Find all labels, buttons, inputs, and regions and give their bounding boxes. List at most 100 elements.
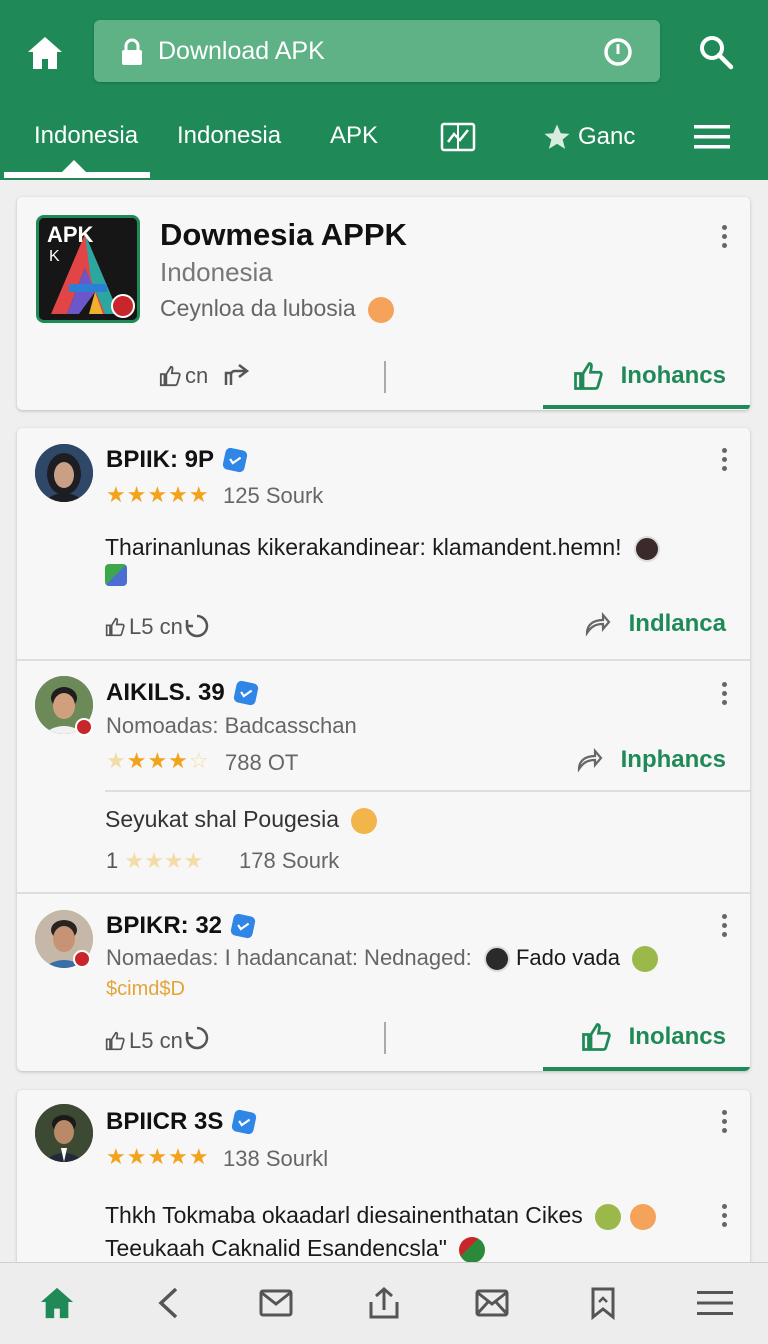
reviews-card: BPIIK: 9P ★★★★★ 125 Sourk Tharinanlunas … [17,428,750,1071]
app-subtitle: Indonesia [160,257,273,287]
like-label: L5 cn [129,1028,183,1053]
reviewer-tag: $cimd$D [106,978,185,1000]
emoji-icon [459,1236,486,1263]
sub-rating: 1 ★★★★ [106,848,203,874]
review-action-button[interactable]: Inolancs [581,1022,726,1052]
more-options-icon[interactable] [720,682,728,705]
verified-icon [221,446,249,474]
avatar[interactable] [35,1104,93,1162]
review-text-line1: Thkh Tokmaba okaadarl diesainenthatan Ci… [105,1202,583,1228]
app-card[interactable]: APK K Dowmesia APPK Indonesia Ceynloa da… [17,197,750,410]
nav-bookmark[interactable] [583,1283,623,1323]
home-button[interactable] [22,30,68,76]
nav-inbox[interactable] [472,1283,512,1323]
reply-action[interactable] [183,1024,211,1052]
verified-icon [231,1108,258,1136]
more-options-icon[interactable] [720,914,728,937]
tab-ganc[interactable]: Ganc [542,122,635,152]
lock-icon [120,38,144,71]
app-name: Dowmesia APPK [160,217,407,252]
review-text-body: Tharinanlunas kikerakandinear: klamanden… [105,534,622,560]
action-underline [543,1067,750,1071]
share-icon [224,364,250,385]
nav-home[interactable] [37,1283,77,1323]
emoji-icon [351,807,378,834]
action-divider [384,1022,386,1054]
upload-icon [369,1287,399,1319]
app-bar: Download APK Indonesia Indonesia APK Gan… [0,0,768,180]
active-tab-indicator [4,172,150,178]
reviewer-name-text: AIKILS. 39 [106,679,225,706]
home-icon [28,37,62,69]
status-badge-icon [75,718,93,736]
bookmark-icon [591,1287,615,1320]
nav-back[interactable] [148,1283,188,1323]
star-icon [544,124,570,149]
reply-action[interactable] [183,612,211,640]
review-action-label: Indlanca [628,610,726,637]
review-count: 788 OT [225,750,299,775]
more-options-icon[interactable] [720,1110,728,1133]
like-action[interactable]: L5 cn [105,1028,183,1054]
like-action[interactable]: cn [159,363,208,389]
more-options-icon[interactable] [720,1204,728,1227]
nav-mail[interactable] [256,1283,296,1323]
nav-upload[interactable] [364,1283,404,1323]
bottom-nav [0,1262,768,1344]
install-button[interactable]: Inohancs [573,361,726,391]
menu-icon [694,125,730,149]
tab-apk[interactable]: APK [330,122,378,150]
reply-icon [185,1026,209,1050]
emoji-icon [595,1203,622,1230]
mail-icon [259,1289,293,1317]
emoji-icon [368,296,395,323]
thumbs-up-icon [581,1023,611,1051]
tab-indonesia-1[interactable]: Indonesia [34,122,138,150]
sub-rating-stars: ★★★★ [124,848,204,873]
search-icon [700,36,734,70]
more-options-icon[interactable] [720,225,728,248]
reviewer-name-text: BPIIK: 9P [106,446,215,473]
menu-icon [697,1291,733,1315]
review-card: BPIICR 3S ★★★★★ 138 Sourkl Thkh Tokmaba … [17,1090,750,1270]
verified-icon [232,679,259,707]
search-button[interactable] [694,30,738,74]
menu-button[interactable] [694,124,730,157]
install-label: Inohancs [620,362,726,389]
reviewer-name[interactable]: BPIIK: 9P [106,446,249,474]
like-label: L5 cn [129,614,183,639]
like-action[interactable]: L5 cn [105,614,183,640]
reviewer-name[interactable]: BPIICR 3S [106,1108,258,1136]
like-label: cn [185,363,209,388]
verified-icon [229,912,257,940]
reviewer-name[interactable]: AIKILS. 39 [106,679,259,707]
sub-separator [105,790,750,792]
review-text: Thkh Tokmaba okaadarl diesainenthatan Ci… [105,1202,656,1230]
reviewer-name[interactable]: BPIKR: 32 [106,912,257,940]
rating-stars: ★★★★☆ [106,748,210,773]
avatar[interactable] [35,444,93,502]
back-icon [158,1287,178,1319]
more-options-icon[interactable] [720,448,728,471]
address-bar[interactable]: Download APK [94,20,660,82]
status-badge-icon [73,950,91,968]
reviewer-name-text: BPIICR 3S [106,1108,224,1135]
app-icon: APK K [36,215,140,323]
rating-stars: ★★★★★ [106,482,210,507]
install-underline [543,405,750,409]
review-text: Teeukaah Caknalid Esandencsla" [105,1235,486,1263]
app-description: Ceynloa da lubosia [160,295,395,323]
thumbs-up-icon [159,365,181,387]
reload-icon[interactable] [602,36,634,73]
nav-menu[interactable] [695,1283,735,1323]
tab-indonesia-2[interactable]: Indonesia [177,122,281,150]
tab-ganc-label: Ganc [578,123,636,150]
review-action-label: Inolancs [628,1023,726,1050]
review-count: 125 Sourk [223,483,324,508]
share-action[interactable] [223,361,251,387]
reviewer-name-text: BPIKR: 32 [106,912,223,939]
tab-chart[interactable] [440,122,476,159]
thumbs-up-icon [105,617,125,637]
review-action-button[interactable]: Inphancs [575,746,726,774]
review-action-button[interactable]: Indlanca [583,610,726,638]
